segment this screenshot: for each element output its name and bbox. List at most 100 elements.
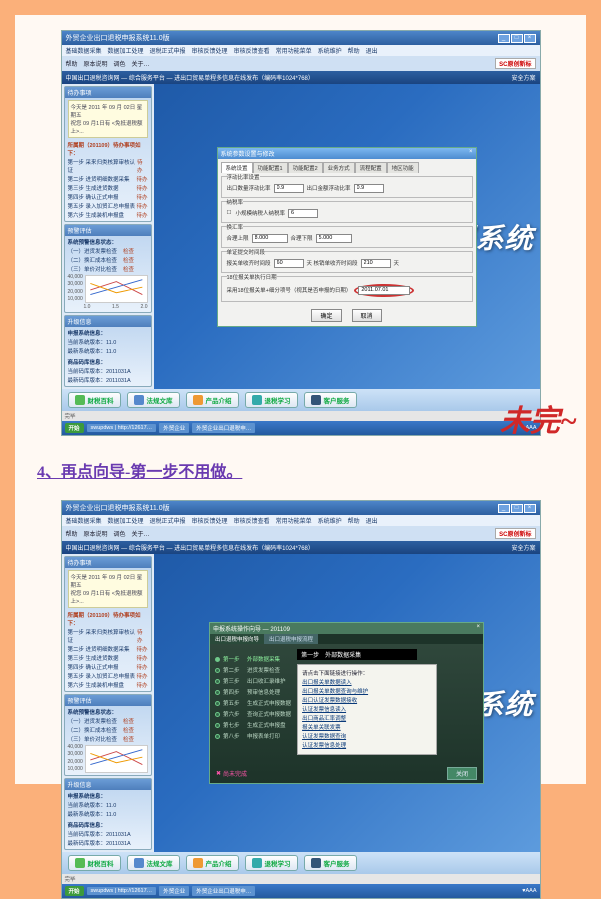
wizard-step[interactable]: 第六步 查询正式申报数据 — [215, 710, 291, 718]
float-amt-input[interactable] — [354, 184, 384, 193]
forecast-item[interactable]: （三）单价对比检查检查 — [68, 735, 148, 743]
cancel-button[interactable]: 取消 — [352, 309, 382, 322]
desc-link[interactable]: 出口报关单数据查询与维护 — [302, 687, 432, 695]
wizard-step[interactable]: 第七步 生成正式申报盘 — [215, 721, 291, 729]
toolbar-item[interactable]: 调色 — [114, 59, 126, 68]
todo-item[interactable]: 第六步 生成装机申报盘待办 — [68, 681, 148, 689]
menu-item[interactable]: 基础数据采集 — [66, 516, 102, 525]
close-button[interactable]: × — [524, 34, 536, 43]
task-item[interactable]: 外贸企业 — [159, 886, 189, 896]
tab-system[interactable]: 系统设置 — [221, 162, 253, 173]
toolbar-item[interactable]: 原本说明 — [84, 529, 108, 538]
wizard-step[interactable]: 第二步 进货发票检查 — [215, 666, 291, 674]
info-right[interactable]: 安全方案 — [511, 543, 535, 552]
menu-item[interactable]: 系统维护 — [318, 516, 342, 525]
menu-item[interactable]: 常用功能菜单 — [276, 516, 312, 525]
task-item[interactable]: 外贸企业出口退税申… — [192, 423, 255, 433]
todo-item[interactable]: 第四步 确认正式申报待办 — [68, 193, 148, 201]
dialog-close-icon[interactable]: × — [469, 149, 473, 158]
menu-item[interactable]: 帮助 — [348, 516, 360, 525]
todo-item[interactable]: 第二步 进货明细数据采集待办 — [68, 175, 148, 183]
btn-encyclopedia[interactable]: 财税百科 — [68, 392, 121, 408]
desc-link[interactable]: 出口认证发票数据接收 — [302, 696, 432, 704]
menu-item[interactable]: 退出 — [366, 516, 378, 525]
toolbar-item[interactable]: 帮助 — [66, 529, 78, 538]
desc-link[interactable]: 认证发票信息处理 — [302, 741, 432, 749]
btn-learn[interactable]: 退税学习 — [245, 392, 298, 408]
forecast-item[interactable]: （一）进货发票检查检查 — [68, 247, 148, 255]
tab-func1[interactable]: 功能配置1 — [253, 162, 288, 173]
menu-item[interactable]: 审核反馈查看 — [234, 46, 270, 55]
close-button[interactable]: × — [524, 504, 536, 513]
wizard-close-button[interactable]: 关闭 — [447, 767, 477, 780]
tab-flow[interactable]: 流程配置 — [355, 162, 387, 173]
ok-button[interactable]: 确定 — [311, 309, 341, 322]
task-item[interactable]: swupdws | http://12617… — [87, 887, 157, 895]
forecast-item[interactable]: （一）进货发票检查检查 — [68, 717, 148, 725]
menu-item[interactable]: 审核反馈处理 — [192, 516, 228, 525]
wizard-step[interactable]: 第四步 预审信息处理 — [215, 688, 291, 696]
minimize-button[interactable]: _ — [498, 504, 510, 513]
desc-link[interactable]: 报关单关联发票 — [302, 723, 432, 731]
forecast-item[interactable]: （二）换汇成本检查检查 — [68, 256, 148, 264]
wizard-step[interactable]: 第五步 生成正式申报数据 — [215, 699, 291, 707]
wizard-close-icon[interactable]: × — [476, 624, 480, 633]
tab-biz[interactable]: 业务方式 — [323, 162, 355, 173]
btn-encyclopedia[interactable]: 财税百科 — [68, 855, 121, 871]
desc-link[interactable]: 认证发票信息读入 — [302, 705, 432, 713]
toolbar-item[interactable]: 调色 — [114, 529, 126, 538]
maximize-button[interactable]: □ — [511, 34, 523, 43]
date-18-input[interactable] — [358, 286, 410, 295]
todo-item[interactable]: 第三步 生成进货数据待办 — [68, 184, 148, 192]
tax-checkbox[interactable] — [227, 210, 233, 216]
btn-service[interactable]: 客户服务 — [304, 392, 357, 408]
wizard-tab-guide[interactable]: 出口退税申报向导 — [210, 634, 264, 644]
menu-item[interactable]: 审核反馈处理 — [192, 46, 228, 55]
btn-products[interactable]: 产品介绍 — [186, 392, 239, 408]
task-item[interactable]: swupdws | http://12617… — [87, 424, 157, 432]
menu-item[interactable]: 审核反馈查看 — [234, 516, 270, 525]
task-item[interactable]: 外贸企业 — [159, 423, 189, 433]
menu-item[interactable]: 基础数据采集 — [66, 46, 102, 55]
toolbar-item[interactable]: 原本说明 — [84, 59, 108, 68]
btn-service[interactable]: 客户服务 — [304, 855, 357, 871]
toolbar-item[interactable]: 关于… — [132, 59, 150, 68]
wizard-tab-flow[interactable]: 出口退税申报流程 — [264, 634, 318, 644]
float-qty-input[interactable] — [274, 184, 304, 193]
forecast-item[interactable]: （二）换汇成本检查检查 — [68, 726, 148, 734]
menu-item[interactable]: 退出 — [366, 46, 378, 55]
task-item[interactable]: 外贸企业出口退税申… — [192, 886, 255, 896]
btn-laws[interactable]: 法规文库 — [127, 392, 180, 408]
tab-func2[interactable]: 功能配置2 — [288, 162, 323, 173]
start-button[interactable]: 开始 — [65, 423, 84, 433]
wizard-step[interactable]: 第一步 外部数据采集 — [215, 655, 291, 663]
menu-item[interactable]: 退税正式申报 — [150, 46, 186, 55]
minimize-button[interactable]: _ — [498, 34, 510, 43]
info-right[interactable]: 安全方案 — [511, 73, 535, 82]
menu-item[interactable]: 帮助 — [348, 46, 360, 55]
system-tray[interactable]: ♥AAA — [522, 888, 536, 894]
btn-laws[interactable]: 法规文库 — [127, 855, 180, 871]
desc-link[interactable]: 出口报关单数据读入 — [302, 678, 432, 686]
todo-item[interactable]: 第一步 采来归类核算审核认证待办 — [68, 158, 148, 174]
tab-region[interactable]: 地区功能 — [387, 162, 419, 173]
desc-link[interactable]: 出口商品汇率调整 — [302, 714, 432, 722]
wizard-step[interactable]: 第三步 出口收汇录维护 — [215, 677, 291, 685]
rate-upper-input[interactable] — [252, 234, 288, 243]
toolbar-item[interactable]: 关于… — [132, 529, 150, 538]
menu-item[interactable]: 系统维护 — [318, 46, 342, 55]
todo-item[interactable]: 第四步 确认正式申报待办 — [68, 663, 148, 671]
bgd-days-input[interactable] — [274, 259, 304, 268]
maximize-button[interactable]: □ — [511, 504, 523, 513]
menu-item[interactable]: 数据加工处理 — [108, 516, 144, 525]
menu-item[interactable]: 数据加工处理 — [108, 46, 144, 55]
menu-item[interactable]: 退税正式申报 — [150, 516, 186, 525]
desc-link[interactable]: 认证发票数据查询 — [302, 732, 432, 740]
forecast-item[interactable]: （三）单价对比检查检查 — [68, 265, 148, 273]
todo-item[interactable]: 第六步 生成装机申报盘待办 — [68, 211, 148, 219]
rate-lower-input[interactable] — [316, 234, 352, 243]
wizard-step[interactable]: 第八步 申报表单打印 — [215, 732, 291, 740]
btn-products[interactable]: 产品介绍 — [186, 855, 239, 871]
hxd-days-input[interactable] — [361, 259, 391, 268]
toolbar-item[interactable]: 帮助 — [66, 59, 78, 68]
